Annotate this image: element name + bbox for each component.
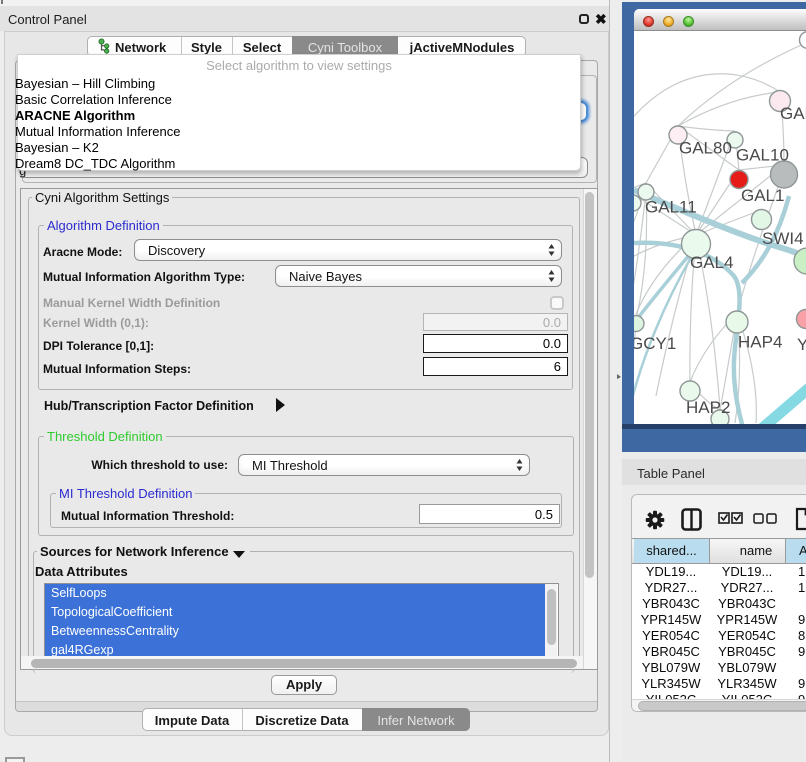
svg-text:GAL10: GAL10 bbox=[736, 146, 789, 165]
svg-text:GAL: GAL bbox=[780, 104, 806, 123]
svg-text:GAL80: GAL80 bbox=[679, 139, 732, 158]
svg-text:GAL4: GAL4 bbox=[690, 253, 733, 272]
svg-text:HAP4: HAP4 bbox=[738, 333, 782, 352]
svg-text:GAL1: GAL1 bbox=[741, 186, 784, 205]
svg-text:GAL11: GAL11 bbox=[645, 198, 697, 217]
svg-text:SWI4: SWI4 bbox=[762, 229, 804, 248]
svg-text:GCY1: GCY1 bbox=[634, 334, 676, 353]
svg-text:HAP2: HAP2 bbox=[686, 398, 730, 417]
svg-text:Y: Y bbox=[797, 335, 806, 354]
